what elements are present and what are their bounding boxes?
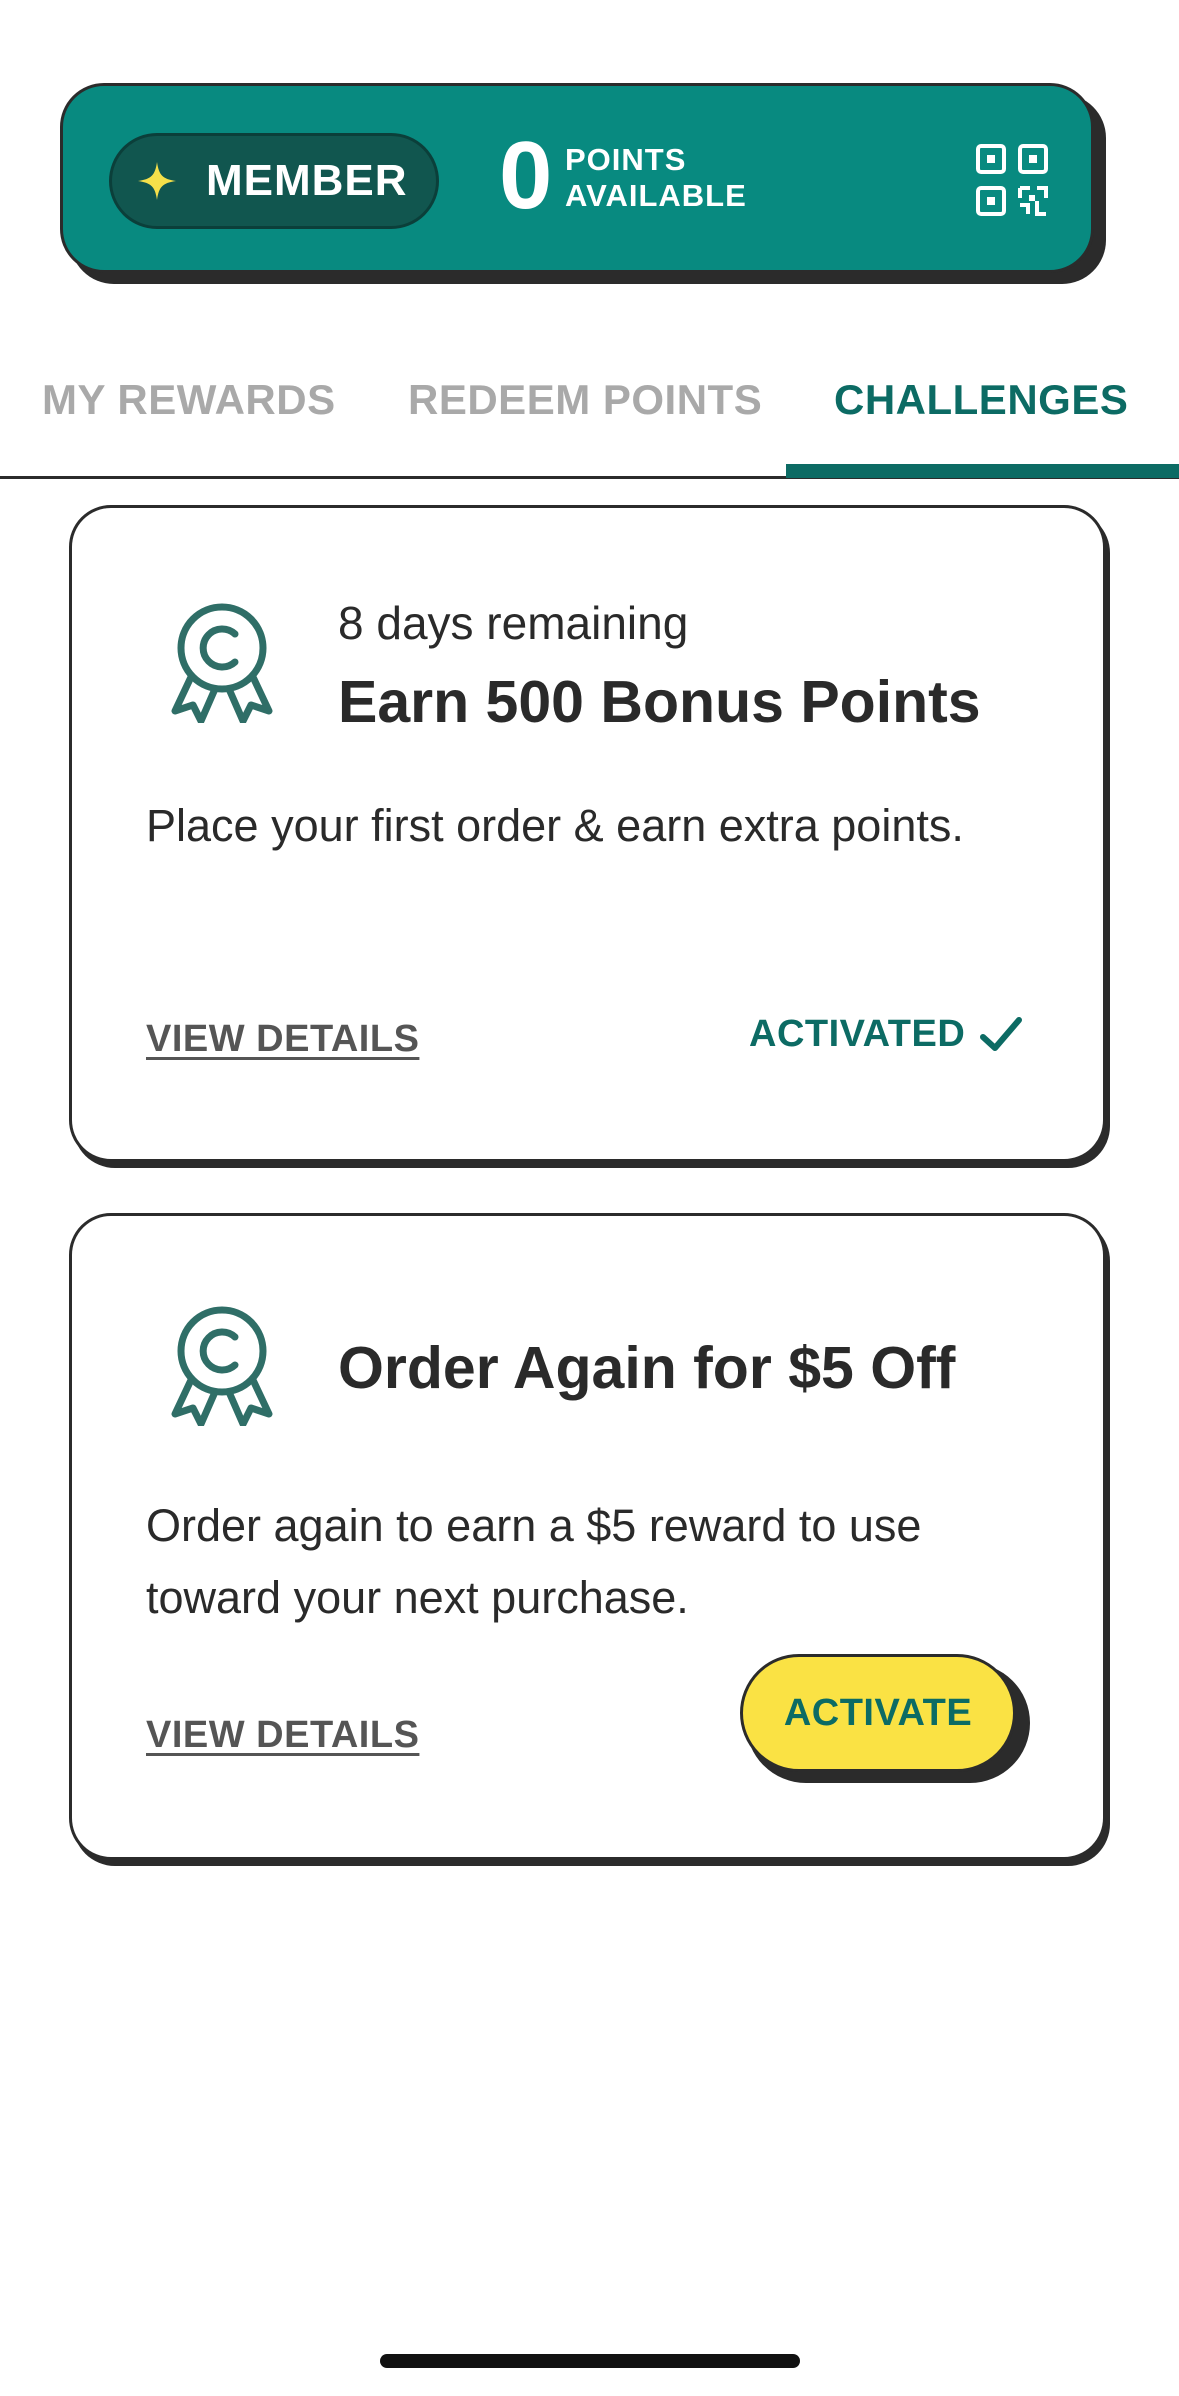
qr-code-icon[interactable] — [975, 143, 1049, 217]
award-ribbon-icon — [171, 1306, 273, 1426]
days-remaining: 8 days remaining — [338, 597, 689, 649]
activated-status: ACTIVATED — [749, 1013, 1023, 1056]
award-ribbon-icon — [171, 603, 273, 723]
challenge-title: Earn 500 Bonus Points — [338, 669, 981, 735]
checkmark-icon — [980, 1016, 1023, 1051]
rewards-screen: MEMBER 0 POINTS AVAILABLE MY REWARDS RED… — [0, 0, 1179, 2396]
member-tier-badge[interactable]: MEMBER — [109, 133, 439, 229]
sparkle-icon — [138, 162, 176, 200]
points-value: 0 — [499, 122, 553, 229]
challenge-card: Order Again for $5 Off Order again to ea… — [69, 1213, 1106, 1860]
challenge-description: Order again to earn a $5 reward to use t… — [146, 1500, 922, 1623]
active-tab-indicator — [786, 464, 1179, 478]
tab-redeem-points[interactable]: REDEEM POINTS — [408, 376, 762, 424]
home-indicator — [380, 2354, 800, 2368]
rewards-tabs: MY REWARDS REDEEM POINTS CHALLENGES — [0, 360, 1179, 480]
activated-label: ACTIVATED — [749, 1013, 966, 1055]
tab-my-rewards[interactable]: MY REWARDS — [42, 376, 336, 424]
activate-button[interactable]: ACTIVATE — [740, 1654, 1016, 1772]
points-label-line1: POINTS — [565, 142, 687, 177]
points-label-line2: AVAILABLE — [565, 178, 747, 213]
points-banner[interactable]: MEMBER 0 POINTS AVAILABLE — [60, 83, 1094, 273]
challenge-card: 8 days remaining Earn 500 Bonus Points P… — [69, 505, 1106, 1162]
member-label: MEMBER — [206, 156, 408, 205]
challenge-description: Place your first order & earn extra poin… — [146, 800, 964, 851]
view-details-link[interactable]: VIEW DETAILS — [146, 1018, 419, 1061]
view-details-link[interactable]: VIEW DETAILS — [146, 1714, 419, 1757]
points-label: POINTS AVAILABLE — [565, 142, 747, 214]
challenge-title: Order Again for $5 Off — [338, 1335, 956, 1401]
tab-challenges[interactable]: CHALLENGES — [834, 376, 1128, 424]
